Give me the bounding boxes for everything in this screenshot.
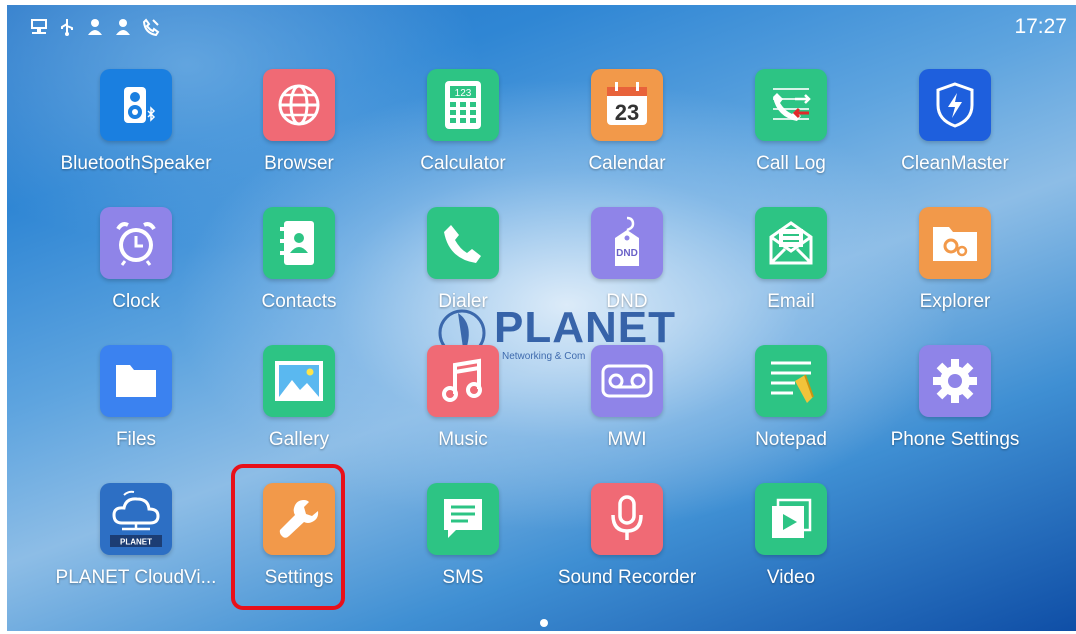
dnd-tag-text: DND — [616, 248, 638, 259]
app-label: Files — [115, 429, 157, 450]
app-label: Browser — [264, 153, 334, 174]
contacts-book-icon — [263, 207, 335, 279]
folder-gears-icon — [919, 207, 991, 279]
app-dnd[interactable]: DND DND — [545, 207, 709, 337]
app-label: Phone Settings — [890, 429, 1020, 450]
app-sms[interactable]: SMS — [381, 483, 545, 613]
app-label: Email — [767, 291, 815, 312]
app-browser[interactable]: Browser — [217, 69, 381, 199]
shield-bolt-icon — [919, 69, 991, 141]
calendar-date: 23 — [615, 100, 639, 125]
app-phone-settings[interactable]: Phone Settings — [873, 345, 1037, 475]
missed-call-icon — [141, 17, 161, 37]
user-icon — [85, 17, 105, 37]
app-label: PLANET CloudVi... — [55, 567, 217, 588]
app-calculator[interactable]: 123 Calculator — [381, 69, 545, 199]
bluetooth-speaker-icon — [100, 69, 172, 141]
envelope-icon — [755, 207, 827, 279]
app-files[interactable]: Files — [54, 345, 218, 475]
user-icon — [113, 17, 133, 37]
status-time: 17:27 — [1014, 15, 1067, 38]
app-label: BluetoothSpeaker — [60, 153, 212, 174]
alarm-clock-icon — [100, 207, 172, 279]
app-sound-recorder[interactable]: Sound Recorder — [545, 483, 709, 613]
music-note-icon — [427, 345, 499, 417]
microphone-icon — [591, 483, 663, 555]
folder-icon — [100, 345, 172, 417]
app-label: DND — [606, 291, 648, 312]
voicemail-icon — [591, 345, 663, 417]
app-video[interactable]: Video — [709, 483, 873, 613]
app-cleanmaster[interactable]: CleanMaster — [873, 69, 1037, 199]
svg-text:123: 123 — [455, 88, 472, 99]
calendar-icon: 23 — [591, 69, 663, 141]
app-mwi[interactable]: MWI — [545, 345, 709, 475]
app-dialer[interactable]: Dialer — [381, 207, 545, 337]
home-screen: 17:27 PLANET Networking & Com BluetoothS… — [7, 5, 1076, 631]
app-planet-cloudvi[interactable]: PLANET PLANET CloudVi... — [54, 483, 218, 613]
app-clock[interactable]: Clock — [54, 207, 218, 337]
message-icon — [427, 483, 499, 555]
app-contacts[interactable]: Contacts — [217, 207, 381, 337]
app-explorer[interactable]: Explorer — [873, 207, 1037, 337]
usb-icon — [57, 17, 77, 37]
app-label: Video — [766, 567, 816, 588]
calculator-icon: 123 — [427, 69, 499, 141]
page-indicator-dot[interactable] — [540, 619, 548, 627]
app-label: Sound Recorder — [557, 567, 697, 588]
app-label: Notepad — [755, 429, 827, 450]
app-label: Clock — [112, 291, 160, 312]
play-icon — [755, 483, 827, 555]
app-label: Calculator — [420, 153, 506, 174]
call-log-icon — [755, 69, 827, 141]
app-label: Dialer — [438, 291, 488, 312]
app-label: Explorer — [919, 291, 991, 312]
settings-highlight-box — [231, 464, 345, 610]
app-label: SMS — [442, 567, 484, 588]
phone-icon — [427, 207, 499, 279]
app-music[interactable]: Music — [381, 345, 545, 475]
app-label: Contacts — [261, 291, 337, 312]
app-label: Calendar — [588, 153, 666, 174]
picture-icon — [263, 345, 335, 417]
app-label: Music — [438, 429, 488, 450]
app-label: Gallery — [268, 429, 330, 450]
status-icons — [29, 17, 161, 37]
app-call-log[interactable]: Call Log — [709, 69, 873, 199]
dnd-tag-icon: DND — [591, 207, 663, 279]
app-gallery[interactable]: Gallery — [217, 345, 381, 475]
globe-icon — [263, 69, 335, 141]
notepad-icon — [755, 345, 827, 417]
network-icon — [29, 17, 49, 37]
app-calendar[interactable]: 23 Calendar — [545, 69, 709, 199]
app-label: Call Log — [756, 153, 826, 174]
app-email[interactable]: Email — [709, 207, 873, 337]
app-label: CleanMaster — [901, 153, 1009, 174]
cloud-icon: PLANET — [100, 483, 172, 555]
gear-icon — [919, 345, 991, 417]
app-label: MWI — [607, 429, 647, 450]
planet-badge-text: PLANET — [120, 538, 152, 547]
app-notepad[interactable]: Notepad — [709, 345, 873, 475]
status-bar: 17:27 — [7, 5, 1076, 49]
app-bluetooth-speaker[interactable]: BluetoothSpeaker — [54, 69, 218, 199]
